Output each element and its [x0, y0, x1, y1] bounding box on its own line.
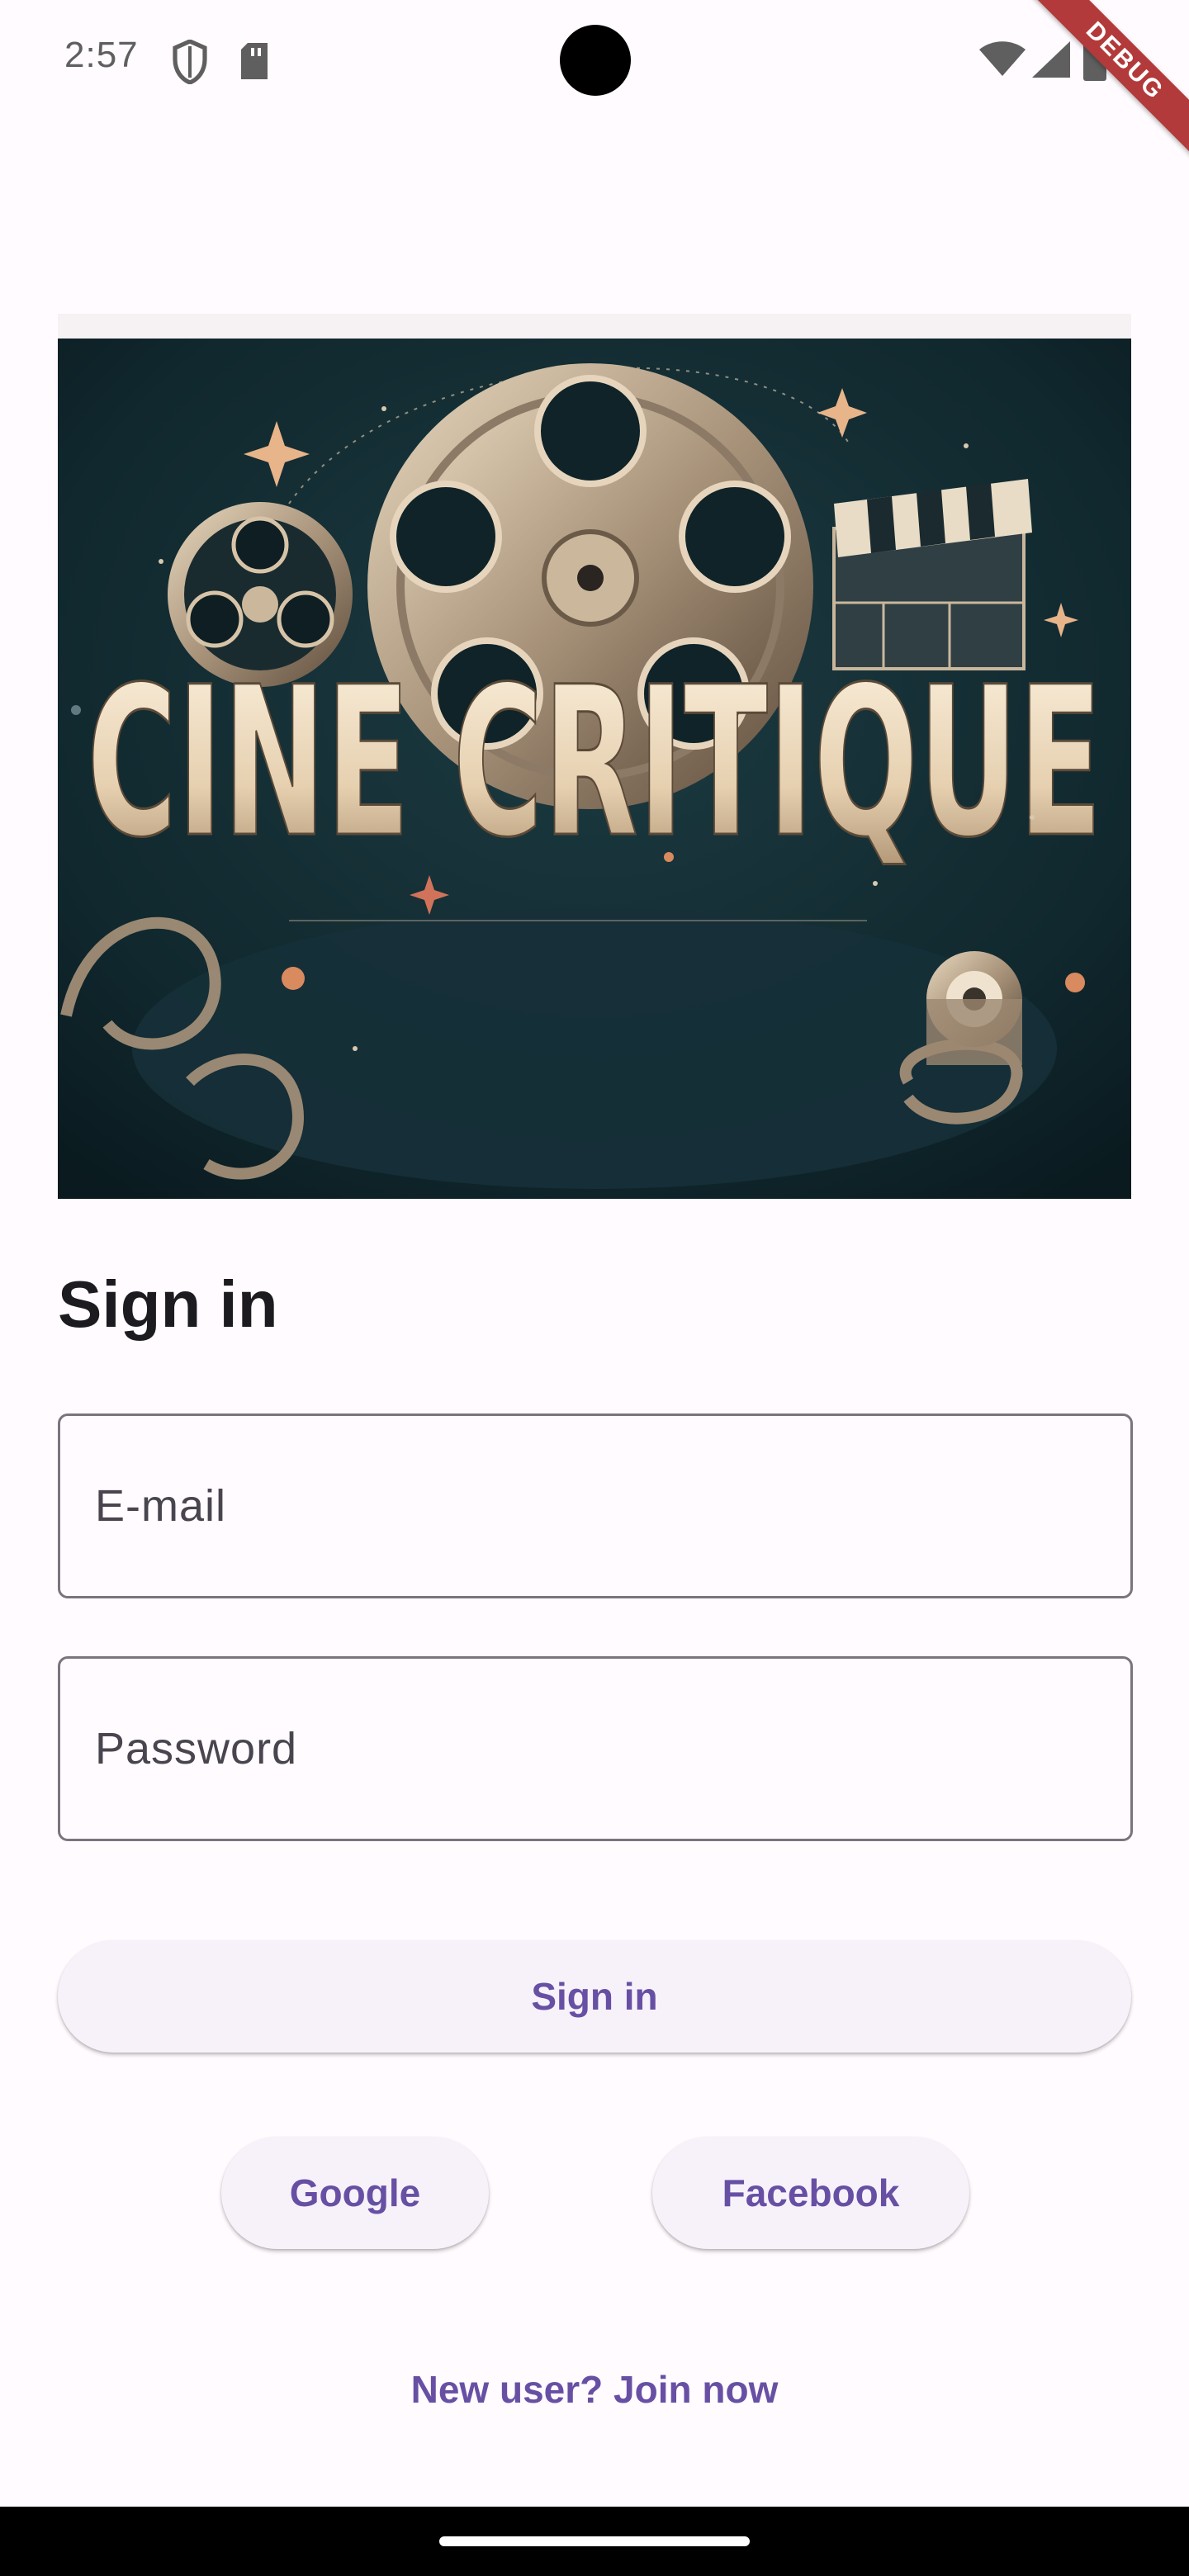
- email-field-container: [58, 1413, 1133, 1598]
- sd-card-icon: [241, 43, 268, 79]
- sign-in-button[interactable]: Sign in: [58, 1940, 1131, 2053]
- join-now-link[interactable]: New user? Join now: [0, 2363, 1189, 2416]
- facebook-sign-in-button[interactable]: Facebook: [652, 2137, 969, 2249]
- debug-label: DEBUG: [1080, 17, 1169, 106]
- shield-icon: [173, 40, 207, 84]
- logo-text: CINE CRITIQUE: [87, 642, 1102, 883]
- clapperboard-icon: [832, 479, 1032, 670]
- camera-cutout: [560, 25, 631, 96]
- password-field[interactable]: [60, 1659, 1130, 1839]
- hero-image: CINE CRITIQUE: [58, 339, 1131, 1199]
- email-field[interactable]: [60, 1416, 1130, 1596]
- page-title: Sign in: [58, 1267, 278, 1341]
- debug-banner: DEBUG: [1024, 0, 1189, 165]
- wifi-icon: [979, 41, 1026, 76]
- home-indicator[interactable]: [439, 2536, 750, 2546]
- status-time: 2:57: [64, 35, 139, 75]
- google-sign-in-button[interactable]: Google: [221, 2137, 489, 2249]
- status-bar: 2:57: [0, 0, 1189, 116]
- password-field-container: [58, 1656, 1133, 1841]
- film-canister-icon: [926, 951, 1022, 1065]
